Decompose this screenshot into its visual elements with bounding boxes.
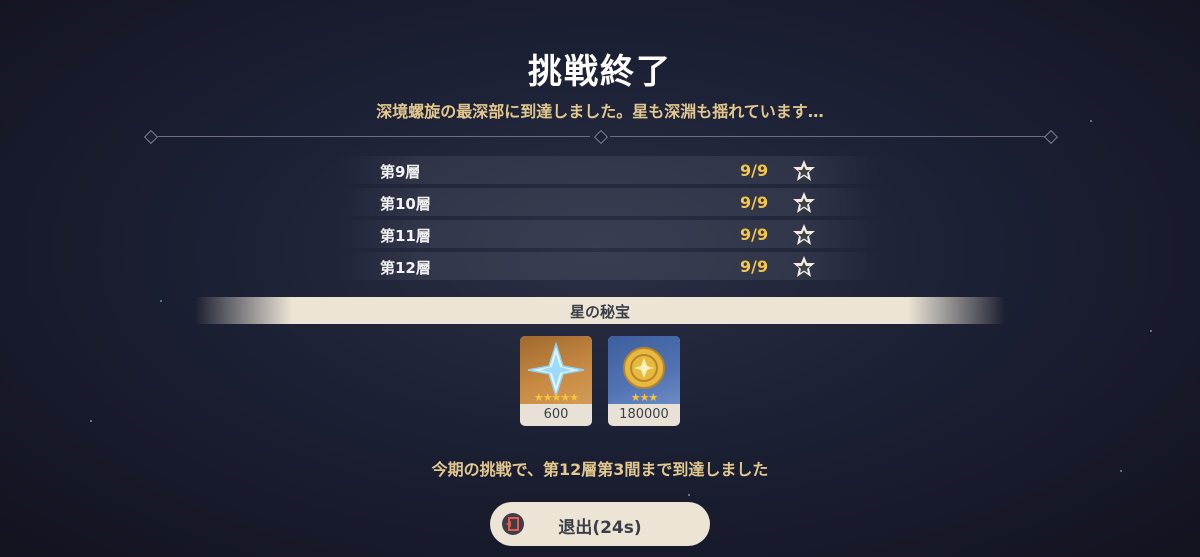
rarity-stars-3: ★★★ xyxy=(630,391,659,404)
floor-score: 9/9 xyxy=(740,161,769,180)
floor-row: 第9層 9/9 xyxy=(340,156,880,184)
abyss-star-icon xyxy=(793,160,815,181)
exit-button-label: 退出(24s) xyxy=(558,518,642,538)
exit-button[interactable]: 退出(24s) xyxy=(490,502,710,546)
divider xyxy=(150,136,590,137)
floor-score: 9/9 xyxy=(740,225,769,244)
divider xyxy=(610,136,1050,137)
reward-item-mora[interactable]: ★★★ 180000 xyxy=(608,336,680,426)
background-sparkle xyxy=(688,494,690,496)
rarity-stars-5: ★★★★★ xyxy=(533,391,579,404)
floor-name: 第12層 xyxy=(380,259,431,277)
floor-name: 第10層 xyxy=(380,195,431,213)
reward-amount: 180000 xyxy=(619,407,669,422)
floor-score: 9/9 xyxy=(740,193,769,212)
abyss-star-icon xyxy=(793,192,815,213)
reward-item-primogem[interactable]: ★★★★★ 600 xyxy=(520,336,592,426)
reward-amount: 600 xyxy=(543,407,569,422)
progress-message: 今期の挑戦で、第12層第3間まで到達しました xyxy=(431,460,769,479)
background-sparkle xyxy=(90,420,92,422)
divider-ornament xyxy=(1043,129,1059,145)
page-subtitle: 深境螺旋の最深部に到達しました。星も深淵も揺れています… xyxy=(376,102,824,121)
background-sparkle xyxy=(1150,330,1152,332)
floor-row: 第11層 9/9 xyxy=(340,220,880,248)
floor-row: 第12層 9/9 xyxy=(340,252,880,280)
divider-ornament xyxy=(593,129,609,145)
page-title: 挑戦終了 xyxy=(528,52,672,92)
abyss-star-icon xyxy=(793,224,815,245)
floor-name: 第9層 xyxy=(380,163,421,181)
background-sparkle xyxy=(160,300,162,302)
abyss-star-icon xyxy=(793,256,815,277)
floor-row: 第10層 9/9 xyxy=(340,188,880,216)
divider-ornament xyxy=(143,129,159,145)
floor-name: 第11層 xyxy=(380,227,431,245)
reward-title: 星の秘宝 xyxy=(569,303,630,321)
reward-header: 星の秘宝 xyxy=(195,297,1005,324)
floor-score: 9/9 xyxy=(740,257,769,276)
floor-list: 第9層 9/9 第10層 9/9 第11層 9/9 第12層 9/9 xyxy=(340,156,880,284)
